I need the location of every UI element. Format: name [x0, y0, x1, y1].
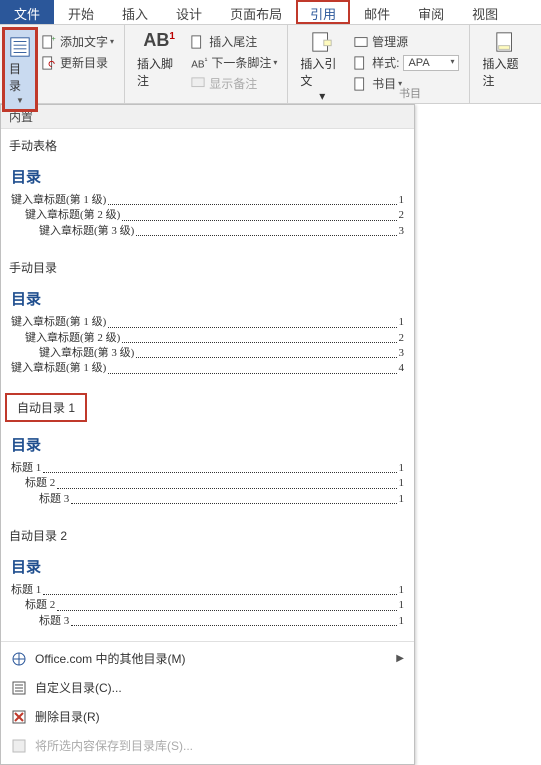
preview-title: 目录: [11, 556, 404, 577]
insert-footnote-button[interactable]: AB1 插入脚注: [131, 27, 187, 93]
tab-mail[interactable]: 邮件: [350, 0, 404, 24]
citation-style-select[interactable]: 样式: APA ▾: [354, 52, 459, 73]
preview-title: 目录: [11, 434, 404, 455]
tab-insert[interactable]: 插入: [108, 0, 162, 24]
panel-builtin-header: 内置: [1, 105, 414, 129]
style-icon: [354, 56, 368, 70]
tab-references[interactable]: 引用: [296, 0, 350, 24]
menu-remove-toc[interactable]: 删除目录(R): [1, 702, 414, 731]
chevron-down-icon: ▾: [110, 37, 114, 46]
preview-manual-toc[interactable]: 目录 键入章标题(第 1 级)1 键入章标题(第 2 级)2 键入章标题(第 3…: [11, 288, 404, 377]
tab-file[interactable]: 文件: [0, 0, 54, 24]
chevron-down-icon: ▾: [450, 57, 454, 69]
section-auto-toc1[interactable]: 自动目录 1: [5, 393, 87, 422]
toc-dropdown-panel: 内置 手动表格 目录 键入章标题(第 1 级)1 键入章标题(第 2 级)2 键…: [0, 104, 415, 765]
next-footnote-icon: AB¹: [191, 55, 207, 70]
ribbon-tabs: 文件 开始 插入 设计 页面布局 引用 邮件 审阅 视图: [0, 0, 541, 25]
menu-custom-toc[interactable]: 自定义目录(C)...: [1, 673, 414, 702]
citation-icon: [311, 31, 333, 53]
bibliography-icon: [354, 77, 368, 91]
tab-view[interactable]: 视图: [458, 0, 512, 24]
manage-sources-icon: [354, 35, 368, 49]
remove-icon: [11, 709, 27, 725]
section-manual-table[interactable]: 手动表格: [1, 129, 414, 158]
preview-auto-toc1[interactable]: 目录 标题 11 标题 21 标题 31: [11, 434, 404, 507]
chevron-down-icon: ▾: [273, 58, 277, 67]
style-combo[interactable]: APA ▾: [403, 55, 459, 71]
tab-review[interactable]: 审阅: [404, 0, 458, 24]
section-auto-toc2[interactable]: 自动目录 2: [1, 519, 414, 548]
show-notes-button[interactable]: 显示备注: [191, 73, 277, 94]
bibliography-extra-label: 书目: [399, 85, 421, 101]
toc-button-label: 目录: [9, 60, 31, 94]
svg-text:+: +: [52, 36, 56, 43]
menu-office-more[interactable]: Office.com 中的其他目录(M) ▶: [1, 644, 414, 673]
save-icon: [11, 738, 27, 754]
preview-auto-toc2[interactable]: 目录 标题 11 标题 21 标题 31: [11, 556, 404, 629]
update-toc-button[interactable]: 更新目录: [42, 52, 114, 73]
manage-sources-button[interactable]: 管理源: [354, 31, 459, 52]
chevron-down-icon: ▾: [319, 89, 325, 103]
menu-save-selection: 将所选内容保存到目录库(S)...: [1, 731, 414, 760]
notes-icon: [191, 77, 205, 91]
globe-icon: [11, 651, 27, 667]
toc-icon: [9, 36, 31, 58]
preview-title: 目录: [11, 166, 404, 187]
footnote-ab-icon: AB1: [143, 31, 175, 49]
add-text-button[interactable]: + 添加文字 ▾: [42, 31, 114, 52]
refresh-icon: [42, 56, 56, 70]
ribbon: 目录 ▼ + 添加文字 ▾ 更新目录 AB1 插入脚注 插入尾注: [0, 25, 541, 104]
insert-caption-button[interactable]: 插入题注: [476, 27, 535, 93]
chevron-right-icon: ▶: [396, 653, 404, 664]
caption-icon: [495, 31, 517, 53]
tab-layout[interactable]: 页面布局: [216, 0, 296, 24]
preview-title: 目录: [11, 288, 404, 309]
endnote-icon: [191, 35, 205, 49]
tab-home[interactable]: 开始: [54, 0, 108, 24]
custom-toc-icon: [11, 680, 27, 696]
insert-endnote-button[interactable]: 插入尾注: [191, 31, 277, 52]
next-footnote-button[interactable]: AB¹ 下一条脚注 ▾: [191, 52, 277, 73]
preview-manual-table[interactable]: 目录 键入章标题(第 1 级)1 键入章标题(第 2 级)2 键入章标题(第 3…: [11, 166, 404, 239]
insert-citation-button[interactable]: 插入引文 ▾: [294, 27, 350, 107]
toc-button[interactable]: 目录 ▼: [2, 27, 38, 112]
tab-design[interactable]: 设计: [162, 0, 216, 24]
add-text-icon: +: [42, 35, 56, 49]
chevron-down-icon: ▼: [16, 96, 24, 105]
section-manual-toc[interactable]: 手动目录: [1, 251, 414, 280]
